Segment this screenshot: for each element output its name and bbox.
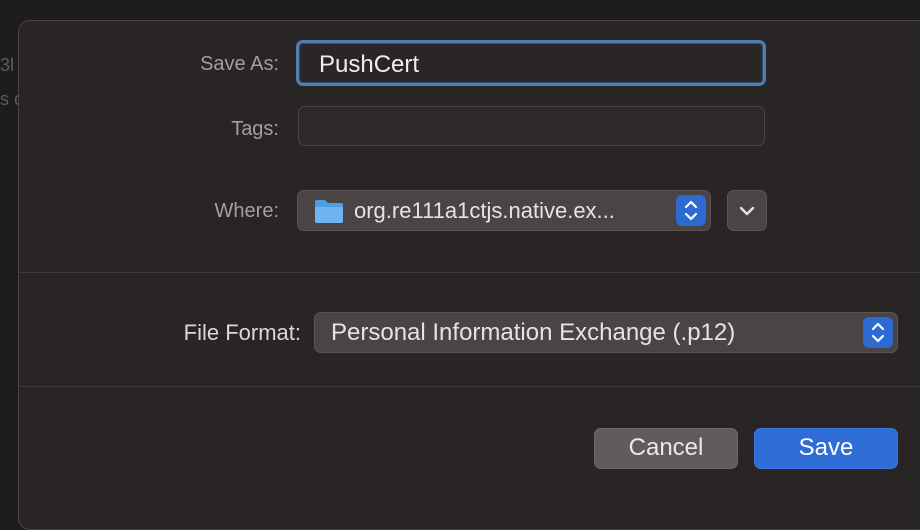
file-format-stepper[interactable] xyxy=(863,317,893,348)
file-format-value: Personal Information Exchange (.p12) xyxy=(331,319,736,346)
chevron-updown-icon xyxy=(684,200,698,221)
divider-bottom xyxy=(19,386,920,387)
where-popup[interactable]: org.re111a1ctjs.native.ex... xyxy=(297,190,711,231)
tags-input[interactable] xyxy=(298,106,765,146)
folder-icon xyxy=(315,200,343,223)
file-format-label: File Format: xyxy=(183,320,301,345)
save-button[interactable]: Save xyxy=(754,428,898,469)
file-format-popup[interactable]: Personal Information Exchange (.p12) xyxy=(314,312,898,353)
expand-button[interactable] xyxy=(727,190,767,231)
save-dialog: Save As: PushCert Tags: Where: org.re111… xyxy=(18,20,920,530)
where-value: org.re111a1ctjs.native.ex... xyxy=(354,198,615,223)
save-as-label: Save As: xyxy=(200,53,279,75)
divider-top xyxy=(19,272,920,273)
where-label: Where: xyxy=(214,200,279,222)
tags-label: Tags: xyxy=(231,118,279,140)
chevron-updown-icon xyxy=(871,322,885,343)
background-text-1: 3l xyxy=(0,55,15,75)
cancel-button[interactable]: Cancel xyxy=(594,428,738,469)
where-stepper[interactable] xyxy=(676,195,706,226)
save-as-input[interactable]: PushCert xyxy=(296,40,766,86)
chevron-down-icon xyxy=(739,206,755,216)
